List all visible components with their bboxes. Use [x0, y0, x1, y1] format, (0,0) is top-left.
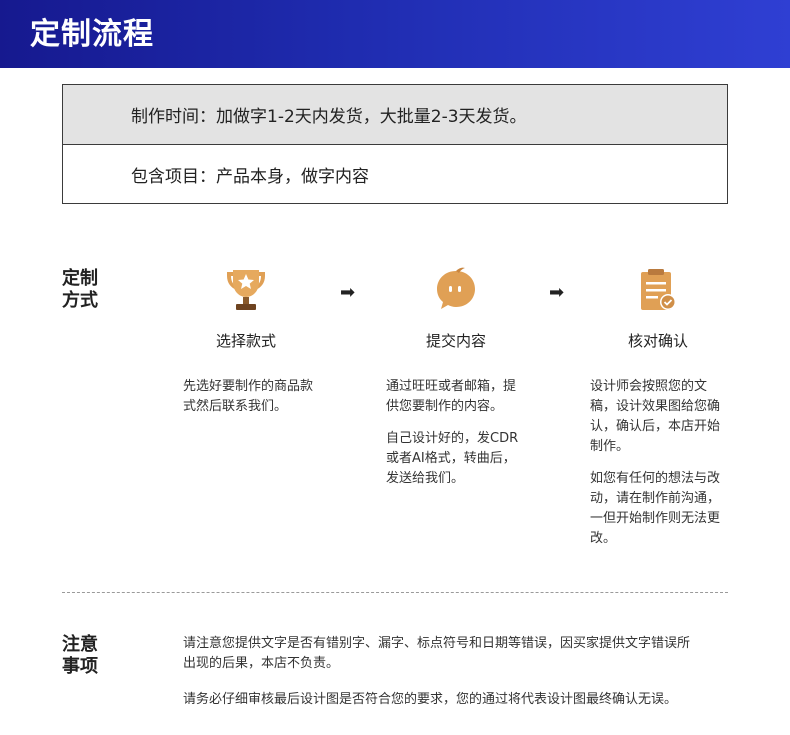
method-label-line2: 方式 [62, 290, 98, 311]
chat-bubble-icon [431, 266, 481, 316]
dashed-divider [62, 592, 728, 593]
info-table: 制作时间：加做字1-2天内发货，大批量2-3天发货。 包含项目：产品本身，做字内… [62, 84, 728, 204]
notice-text-review: 请务必仔细审核最后设计图是否符合您的要求，您的通过将代表设计图最终确认无误。 [183, 692, 678, 707]
includes-row: 包含项目：产品本身，做字内容 [131, 167, 369, 187]
step-desc-choose-style: 先选好要制作的商品款 式然后联系我们。 [183, 379, 314, 414]
clipboard-check-icon [633, 266, 683, 316]
notes-label-line2: 事项 [62, 656, 98, 677]
method-label-line1: 定制 [62, 268, 98, 289]
step-desc-confirm: 设计师会按照您的文 稿，设计效果图给您确 认，确认后，本店开始 制作。 如您有任… [590, 379, 721, 546]
method-label: 定制 方式 [62, 268, 112, 312]
step-title-choose-style: 选择款式 [215, 332, 276, 350]
step-desc-submit-content: 通过旺旺或者邮箱，提 供您要制作的内容。 自己设计好的，发CDR 或者AI格式，… [386, 379, 519, 486]
step-title-submit-content: 提交内容 [425, 332, 486, 350]
page-title: 定制流程 [30, 17, 154, 52]
production-time-row: 制作时间：加做字1-2天内发货，大批量2-3天发货。 [63, 85, 727, 145]
notes-label-line1: 注意 [62, 634, 98, 655]
notice-text-errors: 请注意您提供文字是否有错别字、漏字、标点符号和日期等错误，因买家提供文字错误所 … [183, 636, 691, 671]
arrow-right-icon: ➡ [340, 282, 356, 303]
step-title-confirm: 核对确认 [627, 332, 688, 350]
notes-label: 注意 事项 [62, 634, 112, 678]
arrow-right-icon: ➡ [549, 282, 565, 303]
trophy-icon [221, 266, 271, 316]
header-banner: 定制流程 [0, 0, 790, 68]
